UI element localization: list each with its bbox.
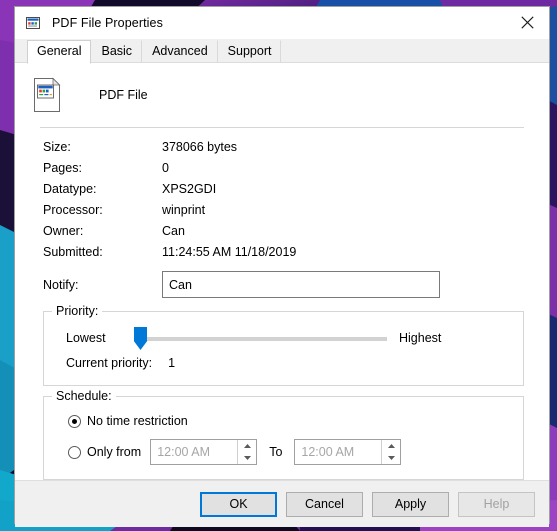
from-time-value[interactable]: 12:00 AM [151, 440, 237, 464]
from-time-spin-buttons [237, 440, 256, 464]
notify-input[interactable] [162, 271, 440, 298]
radio-no-time-restriction[interactable] [68, 414, 81, 428]
only-from-label: Only from [87, 445, 142, 459]
window-title: PDF File Properties [52, 16, 163, 30]
spin-down-icon[interactable] [238, 452, 256, 464]
tab-strip: General Basic Advanced Support [15, 39, 549, 64]
tab-basic[interactable]: Basic [91, 40, 143, 63]
priority-slider[interactable] [132, 327, 387, 350]
title-bar[interactable]: PDF File Properties [15, 7, 549, 39]
ok-button[interactable]: OK [200, 491, 277, 517]
radio-only-from[interactable] [68, 445, 81, 459]
help-button: Help [458, 491, 535, 517]
properties-list: Size: 378066 bytes Pages: 0 Datatype: XP… [15, 140, 549, 301]
apply-button[interactable]: Apply [372, 491, 449, 517]
priority-highest-label: Highest [399, 331, 442, 345]
spin-down-icon[interactable] [382, 452, 400, 464]
property-value: XPS2GDI [162, 182, 217, 196]
to-time-spin-buttons [381, 440, 400, 464]
tab-support[interactable]: Support [218, 40, 282, 63]
property-label: Submitted: [43, 245, 103, 259]
property-value: winprint [162, 203, 206, 217]
schedule-group: Schedule: No time restriction Only from … [43, 389, 524, 480]
general-tab-panel: PDF File Size: 378066 bytes Pages: 0 Dat… [15, 63, 549, 480]
property-row-submitted: Submitted: 11:24:55 AM 11/18/2019 [15, 245, 549, 266]
property-label: Processor: [43, 203, 103, 217]
notify-row: Notify: [15, 268, 549, 301]
current-priority-row: Current priority: 1 [56, 351, 511, 375]
notify-label: Notify: [43, 277, 79, 292]
current-priority-label: Current priority: [66, 356, 153, 370]
property-value: 11:24:55 AM 11/18/2019 [162, 245, 297, 259]
property-value: 378066 bytes [162, 140, 238, 154]
printer-document-icon [25, 15, 41, 31]
document-name: PDF File [99, 88, 148, 102]
property-label: Datatype: [43, 182, 97, 196]
property-row-datatype: Datatype: XPS2GDI [15, 182, 549, 203]
header-divider [40, 127, 524, 128]
property-row-size: Size: 378066 bytes [15, 140, 549, 161]
dialog-footer: OK Cancel Apply Help [15, 480, 549, 527]
property-label: Pages: [43, 161, 82, 175]
property-value: 0 [162, 161, 169, 175]
to-time-value[interactable]: 12:00 AM [295, 440, 381, 464]
pdf-file-properties-dialog: PDF File Properties General Basic Advanc… [14, 6, 550, 527]
close-icon[interactable] [505, 7, 549, 38]
priority-group: Priority: Lowest Highest Current priorit… [43, 304, 524, 386]
cancel-button[interactable]: Cancel [286, 491, 363, 517]
property-row-owner: Owner: Can [15, 224, 549, 245]
priority-lowest-label: Lowest [66, 331, 106, 345]
property-row-pages: Pages: 0 [15, 161, 549, 182]
spin-up-icon[interactable] [382, 440, 400, 452]
slider-thumb[interactable] [134, 327, 147, 350]
file-document-icon [31, 77, 63, 113]
tab-advanced[interactable]: Advanced [142, 40, 218, 63]
no-time-restriction-label: No time restriction [87, 414, 188, 428]
to-time-spinner[interactable]: 12:00 AM [294, 439, 402, 465]
spin-up-icon[interactable] [238, 440, 256, 452]
property-value: Can [162, 224, 185, 238]
to-label: To [269, 445, 283, 459]
schedule-group-title: Schedule: [52, 389, 116, 403]
only-from-row: Only from 12:00 AM To 12:00 AM [56, 435, 511, 469]
tab-general[interactable]: General [27, 40, 92, 64]
from-time-spinner[interactable]: 12:00 AM [150, 439, 258, 465]
priority-slider-row: Lowest Highest [56, 325, 511, 351]
slider-track [140, 337, 387, 341]
property-label: Size: [43, 140, 71, 154]
no-time-restriction-row[interactable]: No time restriction [56, 410, 511, 432]
property-row-processor: Processor: winprint [15, 203, 549, 224]
property-label: Owner: [43, 224, 84, 238]
priority-group-title: Priority: [52, 304, 103, 318]
current-priority-value: 1 [168, 356, 176, 370]
document-header: PDF File [15, 63, 549, 113]
